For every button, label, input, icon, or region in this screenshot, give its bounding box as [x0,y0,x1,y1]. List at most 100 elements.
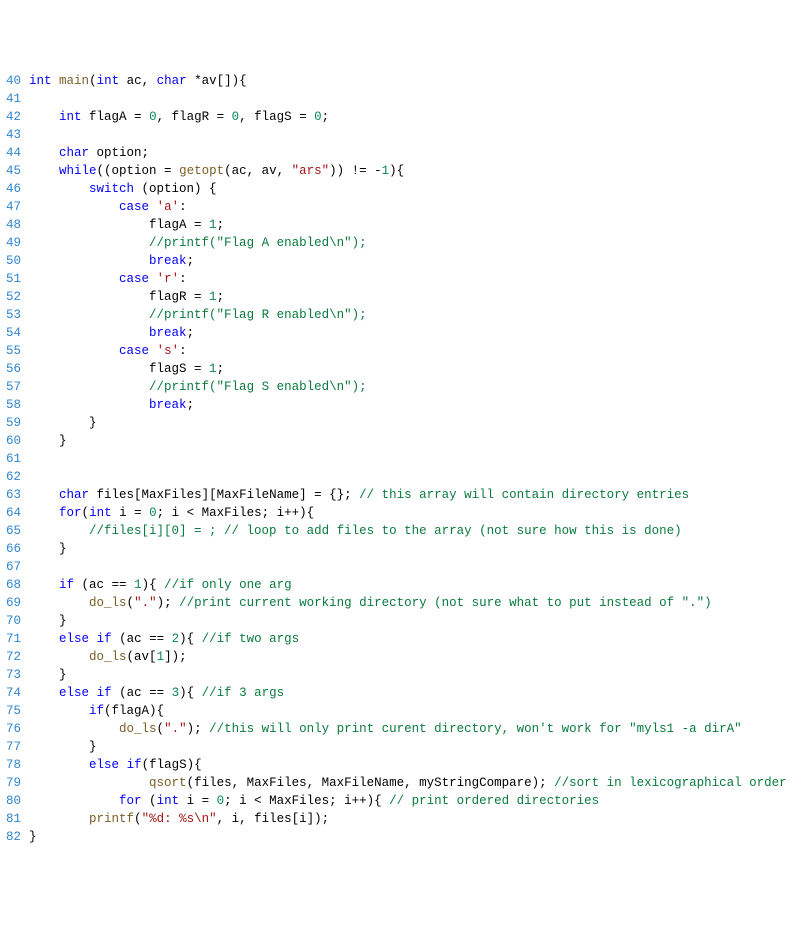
code-line[interactable]: for (int i = 0; i < MaxFiles; i++){ // p… [29,792,787,810]
code-line[interactable]: else if (ac == 2){ //if two args [29,630,787,648]
token-op [29,686,59,700]
token-kw: int [157,794,180,808]
code-line[interactable]: else if (ac == 3){ //if 3 args [29,684,787,702]
token-kw: else [89,758,119,772]
token-op: ); [187,722,210,736]
token-kw: char [59,488,89,502]
code-line[interactable]: int flagA = 0, flagR = 0, flagS = 0; [29,108,787,126]
token-op [29,380,149,394]
line-number: 78 [6,756,21,774]
code-line[interactable]: break; [29,324,787,342]
code-line[interactable]: flagA = 1; [29,216,787,234]
token-num: 1 [382,164,390,178]
code-line[interactable]: break; [29,252,787,270]
code-line[interactable]: //files[i][0] = ; // loop to add files t… [29,522,787,540]
code-line[interactable]: flagR = 1; [29,288,787,306]
code-line[interactable] [29,90,787,108]
line-number: 49 [6,234,21,252]
code-line[interactable]: //printf("Flag S enabled\n"); [29,378,787,396]
token-kw: if [89,704,104,718]
line-number: 59 [6,414,21,432]
token-op: (option) { [134,182,217,196]
token-fn: getopt [179,164,224,178]
token-kw: int [59,110,82,124]
token-num: 1 [209,362,217,376]
token-op: i = [179,794,217,808]
code-line[interactable]: if (ac == 1){ //if only one arg [29,576,787,594]
token-num: 1 [157,650,165,664]
line-number: 61 [6,450,21,468]
token-kw: int [89,506,112,520]
code-line[interactable]: do_ls("."); //print current working dire… [29,594,787,612]
code-line[interactable]: if(flagA){ [29,702,787,720]
code-line[interactable]: printf("%d: %s\n", i, files[i]); [29,810,787,828]
code-line[interactable]: case 'a': [29,198,787,216]
token-op: (ac, av, [224,164,292,178]
line-number: 45 [6,162,21,180]
line-number: 68 [6,576,21,594]
line-number: 71 [6,630,21,648]
code-line[interactable]: } [29,540,787,558]
code-line[interactable]: } [29,414,787,432]
code-area[interactable]: int main(int ac, char *av[]){ int flagA … [29,72,799,846]
line-number: 64 [6,504,21,522]
code-line[interactable]: } [29,612,787,630]
line-number: 65 [6,522,21,540]
code-line[interactable] [29,126,787,144]
code-line[interactable] [29,450,787,468]
line-number: 62 [6,468,21,486]
token-op: : [179,272,187,286]
line-number: 82 [6,828,21,846]
token-op [29,272,119,286]
token-op: (ac == [112,686,172,700]
token-num: 1 [134,578,142,592]
code-line[interactable]: //printf("Flag R enabled\n"); [29,306,787,324]
code-line[interactable]: flagS = 1; [29,360,787,378]
token-str: "." [164,722,187,736]
token-op [149,344,157,358]
code-line[interactable]: case 's': [29,342,787,360]
token-op: , flagS = [239,110,314,124]
token-kw: if [97,632,112,646]
code-editor[interactable]: 4041424344454647484950515253545556575859… [0,72,806,846]
code-line[interactable]: do_ls("."); //this will only print curen… [29,720,787,738]
token-op [29,596,89,610]
token-op [29,236,149,250]
token-op [29,632,59,646]
token-kw: int [29,74,52,88]
line-number: 41 [6,90,21,108]
code-line[interactable]: break; [29,396,787,414]
token-op: (files, MaxFiles, MaxFileName, myStringC… [187,776,555,790]
token-op: ; [217,290,225,304]
code-line[interactable]: switch (option) { [29,180,787,198]
code-line[interactable] [29,558,787,576]
code-line[interactable]: char files[MaxFiles][MaxFileName] = {}; … [29,486,787,504]
code-line[interactable] [29,468,787,486]
token-op: ]); [164,650,187,664]
token-cmt: //printf("Flag S enabled\n"); [149,380,367,394]
line-number: 56 [6,360,21,378]
token-op: (ac == [74,578,134,592]
token-op: } [29,434,67,448]
token-fn: main [59,74,89,88]
code-line[interactable]: //printf("Flag A enabled\n"); [29,234,787,252]
code-line[interactable]: } [29,738,787,756]
code-line[interactable]: char option; [29,144,787,162]
code-line[interactable]: else if(flagS){ [29,756,787,774]
code-line[interactable]: do_ls(av[1]); [29,648,787,666]
token-kw: switch [89,182,134,196]
token-op [29,326,149,340]
token-op: i = [112,506,150,520]
code-line[interactable]: while((option = getopt(ac, av, "ars")) !… [29,162,787,180]
token-op [119,758,127,772]
token-op [149,272,157,286]
code-line[interactable]: } [29,432,787,450]
code-line[interactable]: for(int i = 0; i < MaxFiles; i++){ [29,504,787,522]
code-line[interactable]: int main(int ac, char *av[]){ [29,72,787,90]
token-op [52,74,60,88]
code-line[interactable]: } [29,828,787,846]
token-op: } [29,740,97,754]
code-line[interactable]: qsort(files, MaxFiles, MaxFileName, mySt… [29,774,787,792]
code-line[interactable]: } [29,666,787,684]
code-line[interactable]: case 'r': [29,270,787,288]
